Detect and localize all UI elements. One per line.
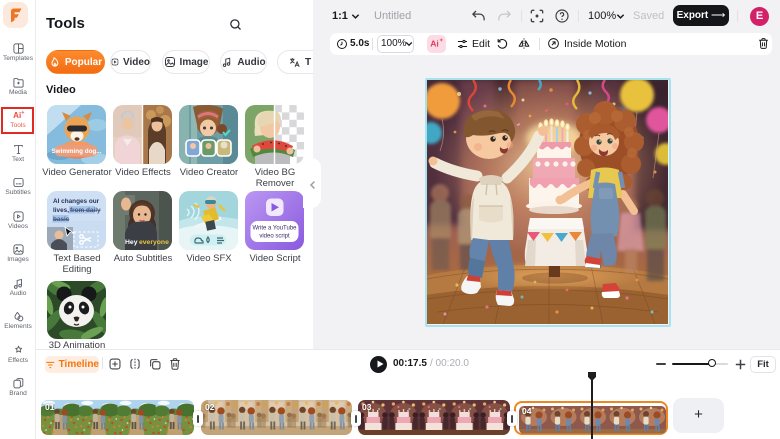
svg-text:everyone: everyone xyxy=(139,239,169,246)
svg-text:Write a YouTube: Write a YouTube xyxy=(252,226,297,232)
svg-text:lives,: lives, xyxy=(53,207,69,214)
svg-text:AI changes our: AI changes our xyxy=(53,198,100,205)
svg-text:from daily: from daily xyxy=(70,207,101,214)
svg-text:Ai: Ai xyxy=(430,39,439,49)
svg-text:Hey: Hey xyxy=(125,239,138,246)
svg-text:basic: basic xyxy=(53,216,70,223)
svg-text:video script: video script xyxy=(259,234,290,240)
svg-text:Swimming dog...: Swimming dog... xyxy=(51,148,101,155)
